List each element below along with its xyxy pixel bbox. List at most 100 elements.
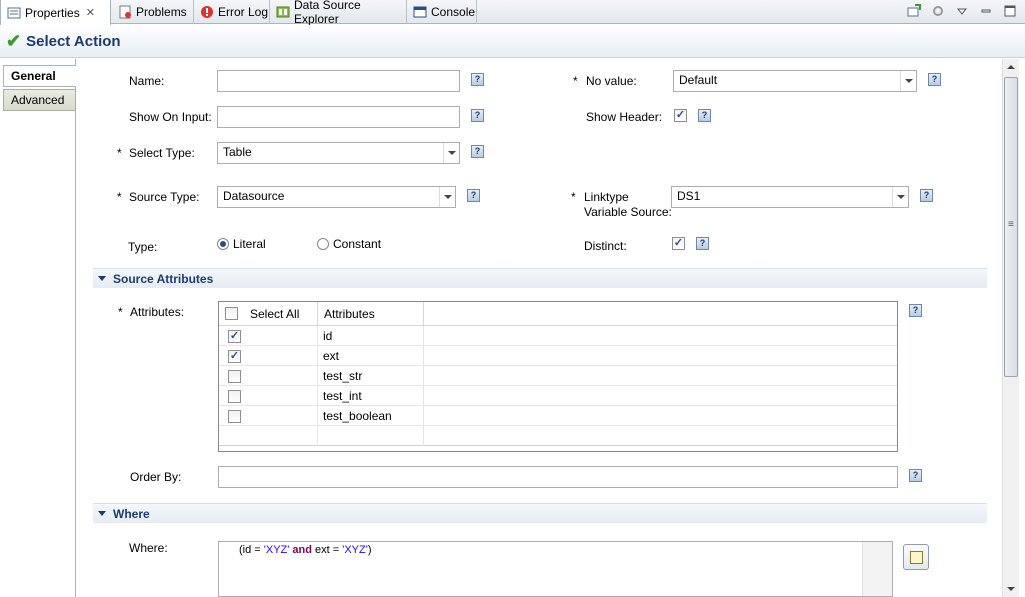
help-icon[interactable]: ? bbox=[928, 73, 941, 86]
checkbox-cell: ✓ bbox=[219, 326, 318, 346]
properties-icon bbox=[7, 6, 21, 20]
tab-label: Error Log bbox=[218, 5, 269, 19]
show-header-checkbox[interactable]: ✓ bbox=[674, 109, 687, 122]
tab-general[interactable]: General bbox=[3, 65, 76, 87]
table-row[interactable]: ✓ id bbox=[219, 326, 897, 346]
show-on-input-label: Show On Input: bbox=[129, 110, 212, 124]
row-checkbox[interactable]: ✓ bbox=[228, 330, 241, 343]
column-header-empty bbox=[424, 302, 897, 326]
order-by-input[interactable] bbox=[218, 466, 898, 488]
literal-radio[interactable] bbox=[217, 238, 229, 250]
help-icon[interactable]: ? bbox=[471, 145, 484, 158]
row-checkbox[interactable] bbox=[228, 370, 241, 383]
section-title: Where bbox=[113, 506, 150, 521]
where-label: Where: bbox=[129, 541, 168, 555]
properties-content: Name: ? Show On Input: ? * Select Type: … bbox=[77, 59, 1002, 597]
help-icon[interactable]: ? bbox=[467, 189, 480, 202]
column-header-select-all[interactable]: Select All bbox=[219, 302, 318, 326]
close-icon[interactable]: ✕ bbox=[86, 6, 95, 19]
code-token: 'XYZ' bbox=[342, 544, 368, 556]
tab-problems[interactable]: Problems bbox=[112, 0, 194, 24]
name-label: Name: bbox=[129, 74, 165, 88]
where-section-header[interactable]: Where bbox=[93, 503, 987, 523]
scrollbar-thumb[interactable] bbox=[1004, 77, 1018, 377]
help-icon[interactable]: ? bbox=[696, 237, 709, 250]
column-header-label: Attributes bbox=[324, 306, 375, 321]
tab-label: Console bbox=[431, 5, 476, 19]
select-all-checkbox[interactable] bbox=[225, 307, 238, 320]
table-row[interactable]: ✓ ext bbox=[219, 346, 897, 366]
scroll-up-icon[interactable] bbox=[1003, 59, 1019, 75]
tab-data-source-explorer[interactable]: Data Source Explorer bbox=[270, 0, 407, 26]
row-checkbox[interactable] bbox=[228, 390, 241, 403]
collapse-icon[interactable] bbox=[98, 511, 106, 516]
tab-console[interactable]: Console bbox=[407, 0, 477, 24]
help-icon[interactable]: ? bbox=[471, 73, 484, 86]
help-icon[interactable]: ? bbox=[909, 469, 922, 482]
checkbox-cell: ✓ bbox=[219, 346, 318, 366]
source-type-combo[interactable]: Datasource bbox=[217, 186, 456, 208]
linktype-variable-source-combo[interactable]: DS1 bbox=[671, 186, 909, 208]
edit-expression-button[interactable] bbox=[903, 544, 929, 570]
table-row[interactable]: test_str bbox=[219, 366, 897, 386]
attribute-name-cell: test_int bbox=[318, 386, 424, 406]
help-icon[interactable]: ? bbox=[909, 304, 922, 317]
vertical-scrollbar[interactable] bbox=[1002, 59, 1019, 597]
distinct-checkbox[interactable]: ✓ bbox=[672, 237, 685, 250]
problems-icon bbox=[118, 5, 132, 19]
column-header-attributes[interactable]: Attributes bbox=[318, 302, 424, 326]
no-value-combo[interactable]: Default bbox=[673, 70, 917, 92]
where-scrollbar[interactable] bbox=[862, 542, 892, 596]
tab-advanced[interactable]: Advanced bbox=[3, 89, 76, 111]
view-menu-icon[interactable] bbox=[955, 4, 969, 18]
table-row[interactable]: test_boolean bbox=[219, 406, 897, 426]
code-token: ) bbox=[367, 544, 372, 556]
required-marker: * bbox=[117, 146, 122, 160]
empty-cell bbox=[219, 426, 318, 446]
edit-icon bbox=[909, 550, 923, 564]
code-token: ext = bbox=[315, 544, 343, 556]
chevron-down-icon[interactable] bbox=[439, 187, 455, 207]
constant-radio[interactable] bbox=[317, 238, 329, 250]
tab-error-log[interactable]: Error Log bbox=[194, 0, 270, 24]
select-all-label: Select All bbox=[250, 306, 300, 321]
scroll-down-icon[interactable] bbox=[1003, 581, 1019, 597]
settings-icon[interactable] bbox=[931, 4, 945, 18]
source-type-label: Source Type: bbox=[129, 190, 200, 204]
name-input[interactable] bbox=[217, 70, 460, 92]
pin-icon[interactable] bbox=[907, 4, 921, 18]
select-type-combo[interactable]: Table bbox=[217, 142, 460, 164]
where-code: (id = 'XYZ' and ext = 'XYZ') bbox=[239, 544, 372, 556]
chevron-down-icon[interactable] bbox=[443, 143, 459, 163]
table-row-empty bbox=[219, 426, 897, 446]
help-icon[interactable]: ? bbox=[920, 189, 933, 202]
check-icon: ✔ bbox=[6, 30, 22, 51]
distinct-label: Distinct: bbox=[584, 239, 627, 253]
literal-radio-label: Literal bbox=[233, 237, 266, 251]
maximize-icon[interactable] bbox=[1003, 4, 1017, 18]
required-marker: * bbox=[117, 190, 122, 204]
required-marker: * bbox=[118, 305, 123, 319]
attribute-name-cell: ext bbox=[318, 346, 424, 366]
where-editor[interactable]: (id = 'XYZ' and ext = 'XYZ') bbox=[218, 541, 893, 597]
minimize-icon[interactable] bbox=[979, 4, 993, 18]
code-token: (id = bbox=[239, 544, 264, 556]
attribute-name-cell: test_str bbox=[318, 366, 424, 386]
source-attributes-section-header[interactable]: Source Attributes bbox=[93, 268, 987, 288]
collapse-icon[interactable] bbox=[98, 276, 106, 281]
show-on-input-field[interactable] bbox=[217, 106, 460, 128]
variable-source-label: Variable Source: bbox=[584, 205, 672, 219]
table-row[interactable]: test_int bbox=[219, 386, 897, 406]
required-marker: * bbox=[571, 190, 576, 204]
row-checkbox[interactable] bbox=[228, 410, 241, 423]
chevron-down-icon[interactable] bbox=[900, 71, 916, 91]
tab-label: Problems bbox=[136, 5, 187, 19]
constant-radio-label: Constant bbox=[333, 237, 382, 251]
tab-properties[interactable]: Properties ✕ bbox=[0, 0, 111, 25]
attribute-name-cell: id bbox=[318, 326, 424, 346]
page-title-bar: ✔ Select Action bbox=[0, 25, 1025, 58]
chevron-down-icon[interactable] bbox=[892, 187, 908, 207]
row-checkbox[interactable]: ✓ bbox=[228, 350, 241, 363]
help-icon[interactable]: ? bbox=[698, 109, 711, 122]
help-icon[interactable]: ? bbox=[471, 109, 484, 122]
